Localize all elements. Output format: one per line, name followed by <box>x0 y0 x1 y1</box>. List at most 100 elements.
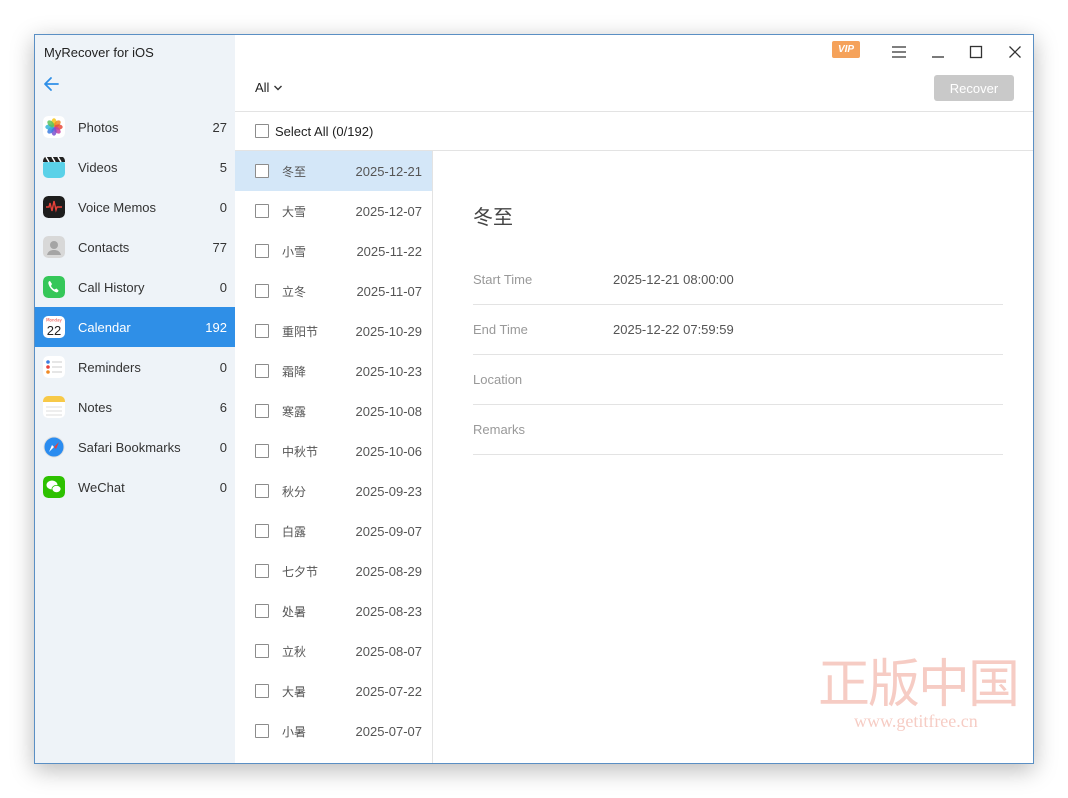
reminders-icon <box>43 356 65 378</box>
sidebar-item-count: 0 <box>219 199 227 215</box>
event-name: 冬至 <box>282 164 307 179</box>
list-item[interactable]: 秋分 2025-09-23 <box>235 471 432 511</box>
event-date: 2025-12-07 <box>355 203 423 219</box>
chevron-down-icon <box>274 85 283 90</box>
sidebar-item-label: Safari Bookmarks <box>78 439 181 455</box>
calendar-icon: Monday 22 <box>43 316 65 338</box>
sidebar-item-voice-memos[interactable]: Voice Memos 0 <box>35 187 235 227</box>
list-item[interactable]: 寒露 2025-10-08 <box>235 391 432 431</box>
event-checkbox[interactable] <box>255 644 269 658</box>
sidebar-item-wechat[interactable]: WeChat 0 <box>35 467 235 507</box>
sidebar-item-count: 0 <box>219 479 227 495</box>
vip-badge[interactable]: VIP <box>832 41 860 58</box>
event-checkbox[interactable] <box>255 524 269 538</box>
detail-value: 2025-12-22 07:59:59 <box>613 322 734 337</box>
event-name: 大雪 <box>282 204 307 219</box>
event-date: 2025-07-07 <box>355 723 423 739</box>
menu-icon[interactable] <box>887 40 911 64</box>
sidebar-item-count: 0 <box>219 439 227 455</box>
sidebar-item-count: 0 <box>219 359 227 375</box>
list-item[interactable]: 小暑 2025-07-07 <box>235 711 432 751</box>
back-arrow-icon[interactable] <box>41 73 63 95</box>
select-all-label: Select All (0/192) <box>275 123 374 139</box>
list-item[interactable]: 中秋节 2025-10-06 <box>235 431 432 471</box>
list-item[interactable]: 七夕节 2025-08-29 <box>235 551 432 591</box>
detail-label: Remarks <box>473 422 526 437</box>
list-item[interactable]: 大暑 2025-07-22 <box>235 671 432 711</box>
sidebar-item-label: Calendar <box>78 319 131 335</box>
photos-icon <box>43 116 65 138</box>
list-item[interactable]: 白露 2025-09-07 <box>235 511 432 551</box>
event-date: 2025-08-07 <box>355 643 423 659</box>
event-checkbox[interactable] <box>255 444 269 458</box>
event-checkbox[interactable] <box>255 164 269 178</box>
recover-button[interactable]: Recover <box>934 75 1014 101</box>
detail-pane: 冬至 Start Time 2025-12-21 08:00:00 End Time… <box>433 151 1033 763</box>
event-list: 冬至 2025-12-21 大雪 2025-12-07 小雪 2025-11-22 立冬 20… <box>235 151 433 763</box>
event-checkbox[interactable] <box>255 364 269 378</box>
svg-text:22: 22 <box>47 323 61 338</box>
event-checkbox[interactable] <box>255 564 269 578</box>
event-checkbox[interactable] <box>255 204 269 218</box>
sidebar-item-label: Notes <box>78 399 112 415</box>
event-date: 2025-10-29 <box>355 323 423 339</box>
detail-row-end-time: End Time 2025-12-22 07:59:59 <box>473 305 1003 355</box>
detail-label: Start Time <box>473 272 533 287</box>
list-item[interactable]: 冬至 2025-12-21 <box>235 151 432 191</box>
event-checkbox[interactable] <box>255 484 269 498</box>
maximize-icon[interactable] <box>964 40 988 64</box>
close-icon[interactable] <box>1003 40 1027 64</box>
event-name: 处暑 <box>282 604 307 619</box>
list-item[interactable]: 立冬 2025-11-07 <box>235 271 432 311</box>
sidebar-item-videos[interactable]: Videos 5 <box>35 147 235 187</box>
list-item[interactable]: 大雪 2025-12-07 <box>235 191 432 231</box>
sidebar-item-count: 6 <box>219 399 227 415</box>
event-date: 2025-08-23 <box>355 603 423 619</box>
voice-memos-icon <box>43 196 65 218</box>
event-date: 2025-10-08 <box>355 403 423 419</box>
sidebar-item-count: 192 <box>205 319 227 335</box>
sidebar-item-calendar[interactable]: Monday 22 Calendar 192 <box>35 307 235 347</box>
sidebar-item-label: Reminders <box>78 359 141 375</box>
event-checkbox[interactable] <box>255 684 269 698</box>
svg-text:Monday: Monday <box>46 318 62 323</box>
event-name: 小雪 <box>282 244 307 259</box>
event-checkbox[interactable] <box>255 284 269 298</box>
filter-dropdown[interactable]: All <box>255 80 283 95</box>
wechat-icon <box>43 476 65 498</box>
event-checkbox[interactable] <box>255 604 269 618</box>
select-all-checkbox[interactable] <box>255 124 269 138</box>
event-name: 寒露 <box>282 404 307 419</box>
event-name: 秋分 <box>282 484 307 499</box>
event-checkbox[interactable] <box>255 404 269 418</box>
top-bar: VIP All Recover <box>235 35 1033 112</box>
select-all-row: Select All (0/192) <box>235 112 1033 151</box>
event-date: 2025-07-22 <box>355 683 423 699</box>
event-name: 立秋 <box>282 644 307 659</box>
event-checkbox[interactable] <box>255 324 269 338</box>
event-checkbox[interactable] <box>255 244 269 258</box>
minimize-icon[interactable] <box>926 40 950 64</box>
sidebar-item-label: Videos <box>78 159 118 175</box>
sidebar-item-reminders[interactable]: Reminders 0 <box>35 347 235 387</box>
list-item[interactable]: 处暑 2025-08-23 <box>235 591 432 631</box>
event-name: 白露 <box>282 524 307 539</box>
event-checkbox[interactable] <box>255 724 269 738</box>
app-title: MyRecover for iOS <box>44 45 154 60</box>
sidebar-item-label: Voice Memos <box>78 199 157 215</box>
sidebar-item-notes[interactable]: Notes 6 <box>35 387 235 427</box>
list-item[interactable]: 小雪 2025-11-22 <box>235 231 432 271</box>
event-date: 2025-10-06 <box>355 443 423 459</box>
event-date: 2025-08-29 <box>355 563 423 579</box>
sidebar-item-contacts[interactable]: Contacts 77 <box>35 227 235 267</box>
sidebar-item-label: WeChat <box>78 479 125 495</box>
sidebar-item-safari-bookmarks[interactable]: Safari Bookmarks 0 <box>35 427 235 467</box>
list-item[interactable]: 霜降 2025-10-23 <box>235 351 432 391</box>
sidebar-item-call-history[interactable]: Call History 0 <box>35 267 235 307</box>
event-date: 2025-09-07 <box>355 523 423 539</box>
sidebar-item-photos[interactable]: Photos 27 <box>35 107 235 147</box>
list-item[interactable]: 立秋 2025-08-07 <box>235 631 432 671</box>
event-date: 2025-12-21 <box>355 163 423 179</box>
event-date: 2025-11-07 <box>356 283 422 299</box>
list-item[interactable]: 重阳节 2025-10-29 <box>235 311 432 351</box>
